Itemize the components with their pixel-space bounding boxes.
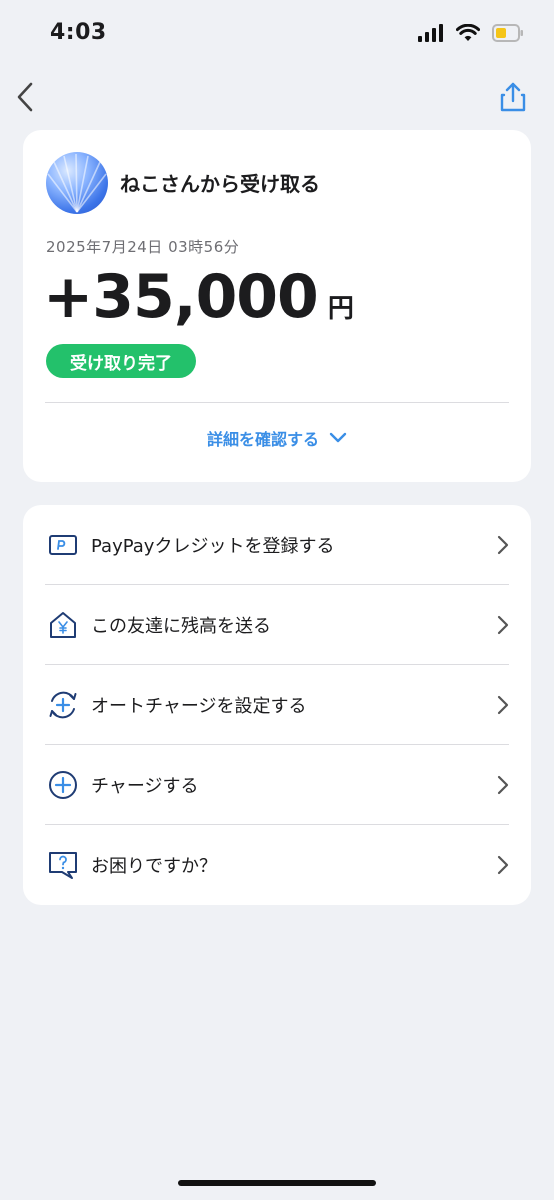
menu-item-label: この友達に残高を送る [91, 616, 271, 637]
wifi-icon [456, 24, 480, 41]
battery-icon [492, 24, 523, 42]
status-icons [418, 24, 524, 42]
avatar [46, 152, 108, 214]
transaction-title: ねこさんから受け取る [120, 172, 320, 196]
currency-unit: 円 [327, 294, 354, 324]
menu-item-label: オートチャージを設定する [91, 696, 307, 717]
menu-item-send-balance[interactable]: この友達に残高を送る [23, 585, 531, 665]
details-toggle-label: 詳細を確認する [206, 430, 319, 449]
details-toggle-button[interactable]: 詳細を確認する [23, 426, 531, 450]
menu-item-register-credit[interactable]: PayPayクレジットを登録する [23, 505, 531, 585]
menu-item-auto-charge[interactable]: オートチャージを設定する [23, 665, 531, 745]
menu-item-label: チャージする [91, 776, 199, 797]
status-bar: 4:03 [0, 0, 554, 70]
transaction-amount: +35,000 [43, 262, 319, 332]
share-icon [500, 82, 526, 112]
home-indicator[interactable] [178, 1180, 376, 1186]
menu-item-label: お困りですか？ [91, 856, 217, 877]
chevron-right-icon [497, 533, 511, 557]
menu-item-help[interactable]: お困りですか？ [23, 825, 531, 905]
back-button[interactable] [12, 79, 38, 115]
navigation-bar [0, 75, 554, 119]
avatar-image-icon [47, 153, 107, 213]
divider [45, 402, 509, 403]
plus-circle-icon [47, 769, 79, 801]
chevron-right-icon [497, 853, 511, 877]
credit-card-icon [47, 529, 79, 561]
transaction-datetime: 2025年7月24日 03時56分 [46, 238, 240, 256]
yen-house-icon [47, 609, 79, 641]
menu-item-charge[interactable]: チャージする [23, 745, 531, 825]
actions-menu-card: PayPayクレジットを登録する この友達に残高を送る オートチャージを設定する… [23, 505, 531, 905]
amount-row: +35,000 円 [43, 262, 354, 332]
chevron-right-icon [497, 773, 511, 797]
auto-charge-icon [47, 689, 79, 721]
share-button[interactable] [498, 79, 528, 115]
chevron-down-icon [329, 432, 347, 443]
chevron-right-icon [497, 693, 511, 717]
help-question-icon [47, 849, 79, 881]
cellular-signal-icon [418, 24, 443, 42]
chevron-right-icon [497, 613, 511, 637]
transaction-summary-card: ねこさんから受け取る 2025年7月24日 03時56分 +35,000 円 受… [23, 130, 531, 482]
chevron-left-icon [17, 82, 33, 112]
menu-item-label: PayPayクレジットを登録する [91, 536, 335, 557]
status-badge: 受け取り完了 [46, 344, 196, 378]
status-time: 4:03 [50, 20, 107, 45]
